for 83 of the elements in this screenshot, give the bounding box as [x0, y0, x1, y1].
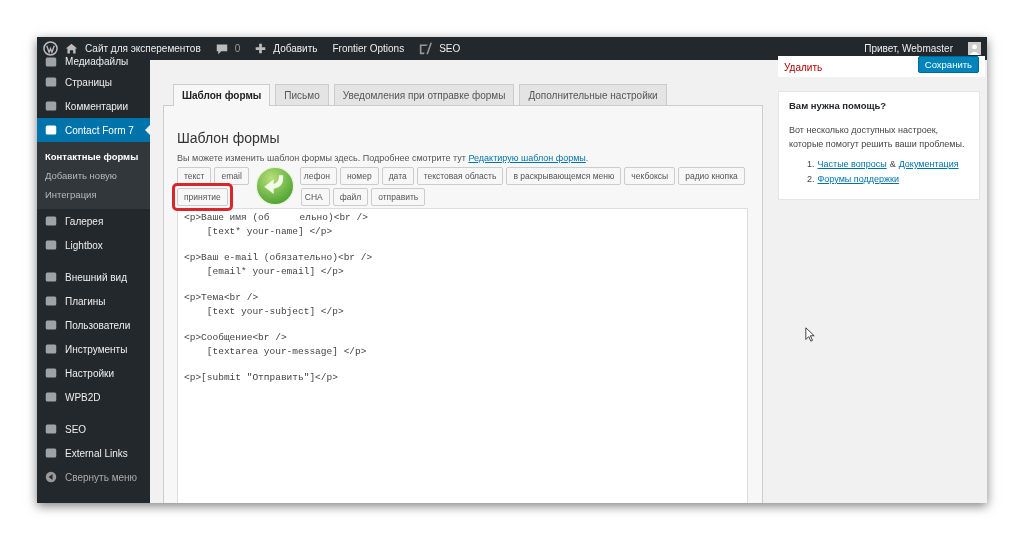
- code-line: [email* your-email] </p>: [205, 266, 344, 277]
- plus-icon[interactable]: [255, 43, 267, 54]
- home-icon[interactable]: [65, 42, 78, 55]
- menu-icon: [45, 56, 57, 68]
- comment-count[interactable]: 0: [234, 43, 241, 54]
- frontier-options-link[interactable]: Frontier Options: [332, 43, 405, 54]
- submenu-item[interactable]: Интеграция: [37, 185, 150, 204]
- menu-icon: [45, 239, 57, 251]
- sidebar-item[interactable]: Lightbox: [37, 233, 150, 257]
- submenu-item[interactable]: Добавить новую: [37, 166, 150, 185]
- sidebar-item[interactable]: Внешний вид: [37, 257, 150, 289]
- menu-icon: [45, 391, 57, 403]
- sidebar-item[interactable]: Комментарии: [37, 94, 150, 118]
- menu-icon: [45, 447, 57, 459]
- sidebar-item[interactable]: Медиафайлы: [37, 56, 150, 70]
- code-line: <p>Ваше имя (об: [184, 212, 270, 223]
- tag-button[interactable]: радио кнопка: [678, 167, 745, 185]
- tag-button[interactable]: отправить: [371, 188, 426, 206]
- tag-button[interactable]: в раскрывающемся меню: [506, 167, 622, 185]
- wordpress-logo-icon[interactable]: [43, 41, 58, 56]
- collapse-icon: [45, 471, 57, 483]
- code-line: ельно)<br />: [299, 212, 368, 223]
- code-line: [text* your-name] </p>: [205, 226, 333, 237]
- tab[interactable]: Письмо: [275, 84, 329, 106]
- mouse-cursor-icon: [805, 327, 815, 342]
- tab[interactable]: Шаблон формы: [173, 84, 271, 106]
- sidebar-item[interactable]: SEO: [37, 409, 150, 441]
- code-line: [text your-subject] </p>: [205, 306, 344, 317]
- menu-icon: [45, 367, 57, 379]
- sidebar-item[interactable]: Плагины: [37, 289, 150, 313]
- tag-button[interactable]: чекбоксы: [624, 167, 676, 185]
- help-link[interactable]: Форумы поддержки: [817, 174, 899, 184]
- panel-description: Вы можете изменить шаблон формы здесь. Подробнее смотрите тут Редактирую шаблон формы.: [177, 153, 590, 163]
- tag-button[interactable]: email: [214, 167, 249, 185]
- sidebar-item[interactable]: Инструменты: [37, 337, 150, 361]
- menu-icon: [45, 100, 57, 112]
- help-text: Вот несколько доступных настроек, которые помогут решить ваши проблемы.: [789, 124, 966, 151]
- add-new-link[interactable]: Добавить: [273, 43, 318, 54]
- help-link[interactable]: Частые вопросы: [817, 159, 887, 169]
- tag-button[interactable]: принятие: [177, 188, 228, 206]
- code-line: <p>Сообщение<br />: [184, 332, 287, 343]
- code-line: <p>Ваш e-mail (обязательно)<br />: [184, 252, 373, 263]
- menu-icon: [45, 423, 57, 435]
- tag-button[interactable]: CHA: [300, 188, 330, 206]
- menu-icon: [45, 295, 57, 307]
- comment-icon[interactable]: [215, 42, 228, 55]
- sidebar-item[interactable]: Свернуть меню: [37, 465, 150, 489]
- sidebar-item[interactable]: Contact Form 7: [37, 118, 150, 142]
- ampersand: &: [889, 159, 896, 169]
- delete-link[interactable]: Удалить: [784, 62, 823, 73]
- menu-icon: [45, 124, 57, 136]
- code-line: [textarea your-message] </p>: [205, 346, 367, 357]
- tag-button[interactable]: номер: [339, 167, 379, 185]
- submenu-item[interactable]: Контактные формы: [37, 147, 150, 166]
- tag-button[interactable]: дата: [381, 167, 414, 185]
- tab[interactable]: Уведомления при отправке формы: [333, 84, 515, 106]
- list-number: 1.: [807, 159, 815, 169]
- sidebar-item[interactable]: Настройки: [37, 361, 150, 385]
- tab[interactable]: Дополнительные настройки: [519, 84, 667, 106]
- menu-icon: [45, 343, 57, 355]
- sidebar-item[interactable]: External Links: [37, 441, 150, 465]
- help-link[interactable]: Документация: [898, 159, 959, 169]
- sidebar-item[interactable]: Пользователи: [37, 313, 150, 337]
- panel-title: Шаблон формы: [177, 130, 281, 146]
- code-line: <p>Тема<br />: [184, 292, 259, 303]
- menu-icon: [45, 319, 57, 331]
- edit-template-link[interactable]: Редактирую шаблон формы: [468, 153, 586, 163]
- tag-button[interactable]: лефон: [299, 167, 337, 185]
- tag-button[interactable]: текстовая область: [416, 167, 504, 185]
- tag-button[interactable]: файл: [332, 188, 369, 206]
- help-title: Вам нужна помощь?: [789, 100, 888, 111]
- save-button[interactable]: Сохранить: [917, 56, 979, 73]
- menu-icon: [45, 271, 57, 283]
- greeting-link[interactable]: Привет, Webmaster: [864, 43, 953, 54]
- sidebar-item[interactable]: Галерея: [37, 209, 150, 233]
- list-number: 2.: [807, 174, 815, 184]
- menu-icon: [45, 76, 57, 88]
- menu-icon: [45, 215, 57, 227]
- code-line: <p>[submit "Отправить"]</p>: [184, 372, 338, 383]
- seo-link[interactable]: SEO: [439, 43, 461, 54]
- sidebar-item[interactable]: Страницы: [37, 70, 150, 94]
- sidebar-item[interactable]: WPB2D: [37, 385, 150, 409]
- site-name-link[interactable]: Сайт для эксперементов: [85, 43, 201, 54]
